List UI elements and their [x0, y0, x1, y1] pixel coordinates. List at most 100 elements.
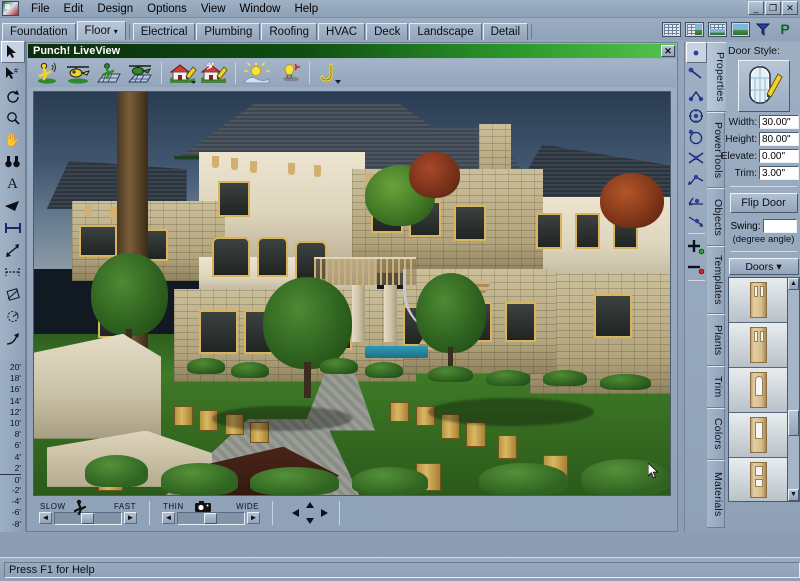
menu-design[interactable]: Design: [90, 0, 140, 18]
speed-slider[interactable]: SLOW FAST ◄ ►: [33, 499, 143, 525]
tool-intersection[interactable]: [686, 147, 707, 168]
tool-text[interactable]: A: [1, 173, 25, 195]
tool-camera-view[interactable]: [1, 195, 25, 217]
view-render-icon[interactable]: [731, 21, 750, 37]
width-row: Width:: [728, 115, 799, 129]
tab-plumbing[interactable]: Plumbing: [196, 23, 261, 40]
door-thumbnail-list[interactable]: ▲ ▼: [728, 277, 800, 502]
tab-roofing[interactable]: Roofing: [261, 23, 318, 40]
draw-path-icon[interactable]: [316, 61, 346, 86]
tab-deck[interactable]: Deck: [366, 23, 409, 40]
scroll-down-button[interactable]: ▼: [788, 489, 799, 501]
edit-exterior-house-icon[interactable]: [168, 61, 198, 86]
vtab-colors[interactable]: Colors: [707, 408, 725, 460]
trim-field[interactable]: [759, 166, 799, 180]
vtab-trim[interactable]: Trim: [707, 366, 725, 408]
door-thumb-5[interactable]: [729, 458, 788, 501]
vtab-properties[interactable]: Properties: [707, 42, 726, 112]
punch-logo-icon[interactable]: P: [776, 21, 794, 37]
vtab-objects[interactable]: Objects: [707, 188, 725, 246]
tool-dimension-arrow[interactable]: [1, 239, 25, 261]
width-field[interactable]: [759, 115, 799, 129]
tool-angle-label[interactable]: A: [686, 189, 707, 210]
vtab-templates[interactable]: Templates: [707, 246, 725, 314]
tool-circle-center[interactable]: [686, 105, 707, 126]
tool-point[interactable]: [685, 42, 707, 63]
tool-polyline[interactable]: [686, 84, 707, 105]
menu-window[interactable]: Window: [233, 0, 288, 18]
swing-field[interactable]: [762, 219, 797, 233]
flip-door-button[interactable]: Flip Door: [729, 193, 798, 213]
door-thumb-4[interactable]: [729, 413, 788, 458]
liveview-render-canvas[interactable]: [33, 91, 671, 496]
speed-increase-button[interactable]: ►: [124, 512, 137, 524]
tab-landscape[interactable]: Landscape: [409, 23, 482, 40]
vtab-materials[interactable]: Materials: [707, 460, 725, 528]
view-plan-icon[interactable]: [662, 21, 681, 37]
walkthrough-person-icon[interactable]: [32, 61, 62, 86]
tool-offset-point[interactable]: [686, 210, 707, 231]
door-thumb-1[interactable]: [729, 278, 788, 323]
control-divider: [149, 501, 150, 525]
tab-detail[interactable]: Detail: [482, 23, 529, 40]
ruler-tick: 10': [9, 417, 21, 428]
tab-hvac[interactable]: HVAC: [318, 23, 366, 40]
tool-add-point[interactable]: [686, 236, 707, 257]
tool-dimension-radial[interactable]: [1, 305, 25, 327]
tool-select-group[interactable]: #: [1, 63, 25, 85]
liveview-navigation-controls: SLOW FAST ◄ ► THIN WIDE ◄ ►: [33, 498, 671, 528]
restore-button[interactable]: ❐: [765, 1, 781, 15]
door-thumb-2[interactable]: [729, 323, 788, 368]
flyover-helicopter-icon[interactable]: [63, 61, 93, 86]
menu-edit[interactable]: Edit: [57, 0, 91, 18]
tool-binoculars[interactable]: [1, 151, 25, 173]
ruler-tick: 6': [14, 440, 21, 451]
speed-decrease-button[interactable]: ◄: [39, 512, 52, 524]
view-split-vertical-icon[interactable]: [685, 21, 704, 37]
vtab-plants[interactable]: Plants: [707, 314, 725, 366]
edit-interior-house-icon[interactable]: [199, 61, 229, 86]
tab-electrical[interactable]: Electrical: [132, 23, 196, 40]
tool-leader-line[interactable]: [1, 327, 25, 349]
tab-floor[interactable]: Floor ▾: [76, 21, 126, 40]
view-split-horizontal-icon[interactable]: [708, 21, 727, 37]
tool-pan-hand[interactable]: ✋: [1, 129, 25, 151]
navigation-pad[interactable]: [287, 500, 333, 526]
scroll-up-button[interactable]: ▲: [788, 278, 799, 290]
door-thumb-3[interactable]: [729, 368, 788, 413]
door-preview: [750, 417, 767, 453]
filter-funnel-icon[interactable]: [754, 21, 772, 37]
tool-dimension-bracket[interactable]: [1, 261, 25, 283]
tool-circle-edge[interactable]: [686, 126, 707, 147]
menu-options[interactable]: Options: [140, 0, 194, 18]
tool-remove-point[interactable]: [686, 257, 707, 278]
tool-dimension-linear[interactable]: [1, 217, 25, 239]
elevate-field[interactable]: [759, 149, 799, 163]
scrollbar-thumb[interactable]: [788, 410, 799, 436]
doors-category-dropdown[interactable]: Doors ▾: [728, 258, 799, 275]
menu-view[interactable]: View: [194, 0, 233, 18]
lens-slider[interactable]: THIN WIDE ◄ ►: [156, 500, 266, 525]
minimize-button[interactable]: _: [748, 1, 764, 15]
flyover-grid-helicopter-icon[interactable]: [125, 61, 155, 86]
liveview-close-button[interactable]: ✕: [661, 45, 675, 57]
height-field[interactable]: [759, 132, 799, 146]
thumbnail-scrollbar[interactable]: ▲ ▼: [787, 278, 799, 501]
menu-file[interactable]: File: [24, 0, 57, 18]
lens-increase-button[interactable]: ►: [247, 512, 260, 524]
tool-dimension-angled[interactable]: [1, 283, 25, 305]
lighting-bulb-icon[interactable]: [273, 61, 303, 86]
tool-zoom[interactable]: [1, 107, 25, 129]
tool-angle-measure[interactable]: [686, 168, 707, 189]
door-style-button[interactable]: [737, 60, 790, 112]
lens-decrease-button[interactable]: ◄: [162, 512, 175, 524]
tool-rotate[interactable]: [1, 85, 25, 107]
close-button[interactable]: ✕: [782, 1, 798, 15]
tool-line-endpoint[interactable]: [686, 63, 707, 84]
tool-select-arrow[interactable]: [0, 41, 25, 63]
stone-retaining-wall: [34, 333, 162, 439]
tab-foundation[interactable]: Foundation: [2, 23, 76, 40]
sunlight-icon[interactable]: [242, 61, 272, 86]
menu-help[interactable]: Help: [287, 0, 325, 18]
walkthrough-grid-person-icon[interactable]: [94, 61, 124, 86]
